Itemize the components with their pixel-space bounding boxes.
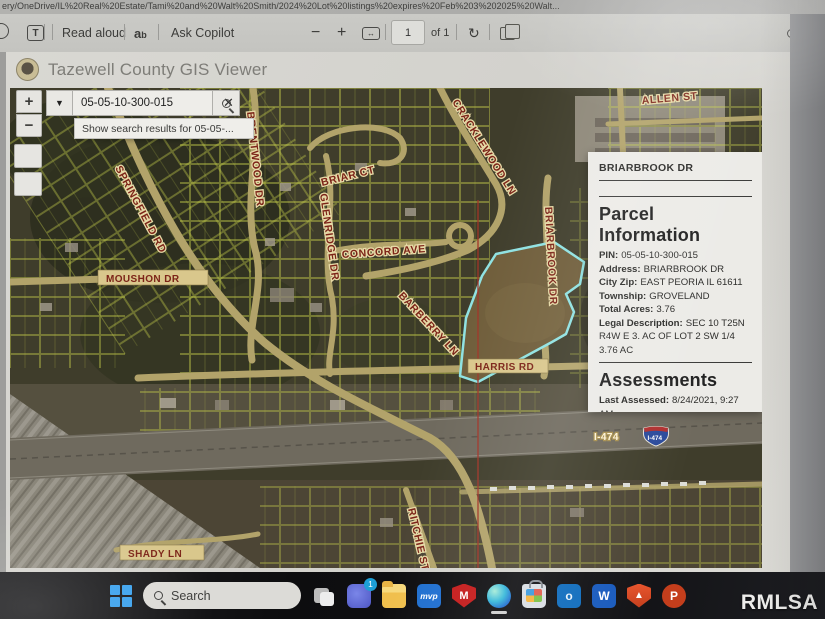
page-view-icon [500,27,515,40]
plus-icon: + [337,24,346,42]
field-township: Township:GROVELAND [599,290,752,304]
svg-text:MOUSHON DR: MOUSHON DR [106,274,180,285]
clipped-tool-icon [0,23,9,39]
svg-text:SHADY LN: SHADY LN [128,549,182,560]
field-acres: Total Acres:3.76 [599,303,752,317]
file-explorer-icon[interactable] [382,584,406,608]
svg-text:I-474: I-474 [648,435,663,442]
map-canvas[interactable]: SPRINGFIELD RD BRENTWOOD DR BRIAR CT GLE… [10,88,762,568]
windows-taskbar: Search 1 mvp M o W ▲ P RMLSA [0,572,825,619]
rmlsa-watermark: RMLSA [741,591,818,615]
active-app-indicator [491,611,507,614]
popup-header: BRIARBROOK DR [599,162,752,174]
search-submit-button[interactable] [213,90,240,116]
minus-icon: − [311,24,320,42]
task-view-button[interactable] [312,584,336,608]
outlook-icon[interactable]: o [557,584,581,608]
parcel-search-input[interactable] [73,90,213,116]
field-cityzip: City Zip:EAST PEORIA IL 61611 [599,276,752,290]
search-icon [154,591,163,600]
tazewell-county-seal-icon [16,58,39,81]
assessments-title: Assessments [599,370,752,391]
add-text-icon: T [27,25,44,41]
parcel-info-title: Parcel Information [599,204,752,246]
start-button[interactable] [110,585,132,607]
mvp-app-icon[interactable]: mvp [417,584,441,608]
page-view-button[interactable] [500,22,515,44]
field-legal: Legal Description:SEC 10 T25N R4W E 3. A… [599,317,752,358]
svg-text:HARRIS RD: HARRIS RD [475,362,534,373]
page-title: Tazewell County GIS Viewer [48,60,267,80]
map-zoom-in-button[interactable]: + [16,90,42,113]
chat-badge: 1 [364,578,377,591]
desktop-edge [790,14,825,572]
pdf-page: Tazewell County GIS Viewer [6,52,790,572]
zoom-out-button[interactable]: − [311,22,320,44]
search-icon [222,99,231,108]
taskbar-search-label: Search [171,589,211,603]
brave-icon[interactable]: ▲ [627,584,651,608]
screen-photo: ery/OneDrive/IL%20Real%20Estate/Tami%20a… [0,0,825,619]
chat-icon[interactable]: 1 [347,584,371,608]
rotate-button[interactable]: ↻ [468,22,480,44]
svg-text:I-474: I-474 [594,432,619,443]
mcafee-icon[interactable]: M [452,584,476,608]
gis-header: Tazewell County GIS Viewer [16,58,267,81]
zoom-in-button[interactable]: + [337,22,346,44]
field-pin: PIN:05-05-10-300-015 [599,249,752,263]
street-label-harris: HARRIS RD [468,359,548,373]
word-icon[interactable]: W [592,584,616,608]
microsoft-store-icon[interactable] [522,584,546,608]
edge-icon[interactable] [487,584,511,608]
parcel-search-bar: ▼ ✕ [46,90,240,116]
page-count-label: of 1 [431,22,449,44]
field-address: Address:BRIARBROOK DR [599,263,752,277]
rotate-icon: ↻ [468,25,480,42]
street-label-moushon: MOUSHON DR [98,270,208,285]
taskbar-search[interactable]: Search [143,582,301,609]
highway-label-i474: I-474 [594,432,619,443]
page-number-input[interactable] [391,20,425,45]
powerpoint-icon[interactable]: P [662,584,686,608]
translate-button[interactable]: ab [134,22,147,44]
parcel-info-popup: BRIARBROOK DR Parcel Information PIN:05-… [588,152,762,412]
map-tool-button[interactable] [14,144,42,168]
fit-to-width-icon: ↔ [362,27,380,40]
map-tool-button-2[interactable] [14,172,42,196]
read-aloud-button[interactable]: Read aloud [62,22,126,44]
search-dropdown-button[interactable]: ▼ [46,90,73,116]
browser-url-text: ery/OneDrive/IL%20Real%20Estate/Tami%20a… [0,0,825,14]
field-last-assessed: Last Assessed:8/24/2021, 9:27 AM [599,394,752,412]
translate-icon: ab [134,26,147,41]
chevron-down-icon: ▼ [55,98,64,108]
fit-to-width-button[interactable]: ↔ [362,22,380,44]
add-text-button[interactable]: T [27,22,44,44]
ask-copilot-button[interactable]: Ask Copilot [171,22,234,44]
street-label-shady: SHADY LN [120,545,204,560]
pdf-toolbar: T Read aloud ab Ask Copilot − + ↔ of 1 [0,14,825,52]
map-zoom-out-button[interactable]: − [16,114,42,137]
search-suggestion[interactable]: Show search results for 05-05-... [74,118,254,139]
